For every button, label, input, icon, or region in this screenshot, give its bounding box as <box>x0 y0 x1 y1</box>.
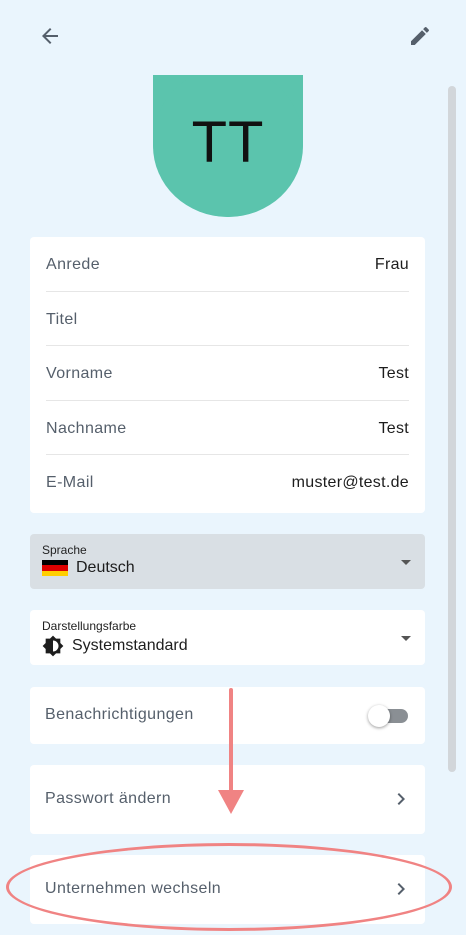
avatar-initials: TT <box>153 75 303 217</box>
row-titel: Titel <box>46 293 409 347</box>
language-label: Sprache <box>42 543 87 557</box>
row-vorname: Vorname Test <box>46 347 409 401</box>
change-password-label: Passwort ändern <box>45 790 172 807</box>
profile-card: Anrede Frau Titel Vorname Test Nachname … <box>30 237 425 513</box>
divider <box>46 400 409 401</box>
row-label: Nachname <box>46 420 127 437</box>
divider <box>46 291 409 292</box>
scrollbar[interactable] <box>448 86 456 772</box>
theme-label: Darstellungsfarbe <box>42 619 137 633</box>
theme-value-wrap: Systemstandard <box>42 635 188 657</box>
divider <box>46 454 409 455</box>
annotation-arrow-head <box>218 790 244 814</box>
german-flag-icon <box>42 560 68 576</box>
theme-select[interactable]: Darstellungsfarbe Systemstandard <box>30 610 425 665</box>
language-value: Deutsch <box>76 559 135 576</box>
avatar: TT <box>153 75 303 217</box>
arrow-back-icon <box>42 28 58 44</box>
notifications-label: Benachrichtigungen <box>45 706 194 723</box>
toggle-knob <box>368 705 390 727</box>
back-button[interactable] <box>34 20 66 52</box>
dropdown-caret-icon <box>401 560 411 565</box>
divider <box>46 345 409 346</box>
row-value: Frau <box>374 256 409 273</box>
chevron-right-icon <box>397 793 405 805</box>
row-anrede: Anrede Frau <box>46 238 409 292</box>
row-value: muster@test.de <box>291 474 409 491</box>
row-label: Anrede <box>46 256 100 273</box>
top-bar <box>0 0 466 72</box>
theme-value: Systemstandard <box>72 637 188 654</box>
row-value: Test <box>378 365 409 382</box>
row-nachname: Nachname Test <box>46 402 409 456</box>
notifications-card: Benachrichtigungen <box>30 687 425 744</box>
annotation-arrow <box>229 688 233 793</box>
language-value-wrap: Deutsch <box>42 559 135 577</box>
language-select[interactable]: Sprache Deutsch <box>30 534 425 589</box>
row-label: E-Mail <box>46 474 94 491</box>
row-label: Titel <box>46 311 78 328</box>
pencil-icon <box>411 26 430 45</box>
annotation-highlight-ellipse <box>6 843 452 931</box>
row-value: Test <box>378 420 409 437</box>
edit-button[interactable] <box>404 20 436 52</box>
row-email: E-Mail muster@test.de <box>46 456 409 510</box>
row-label: Vorname <box>46 365 113 382</box>
dropdown-caret-icon <box>401 636 411 641</box>
brightness-auto-icon <box>42 635 64 657</box>
